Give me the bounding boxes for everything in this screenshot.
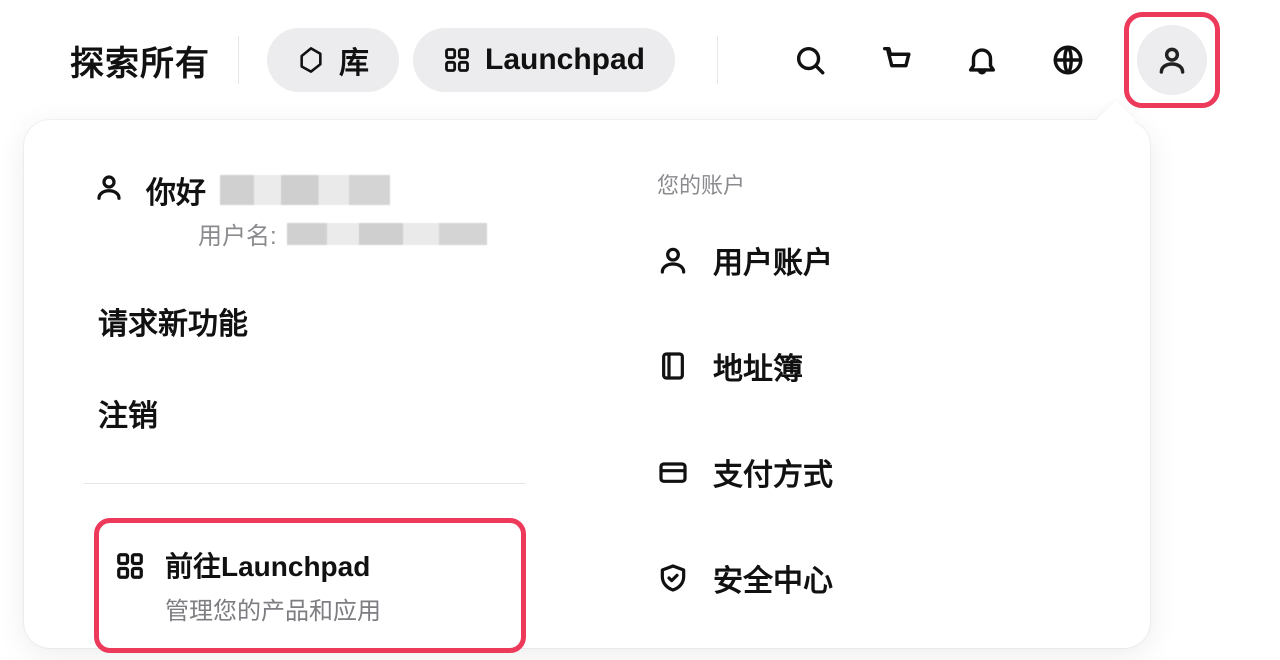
book-icon [657,350,689,382]
dropdown-right-col: 您的账户 用户账户 地址簿 支付方式 安全中心 [587,120,1150,648]
globe-icon [1051,43,1085,77]
account-item-user[interactable]: 用户账户 [657,238,1090,282]
search-button[interactable] [782,32,838,88]
cart-icon [879,43,913,77]
account-dropdown: 你好 用户名: 请求新功能 注销 前往Launchpad 管理您的产品和应用 您… [24,120,1150,648]
account-item-addressbook[interactable]: 地址簿 [657,344,1090,388]
hexagon-icon [297,46,325,74]
user-icon [657,244,689,276]
search-icon [793,43,827,77]
user-icon [1156,44,1188,76]
logout-link[interactable]: 注销 [94,391,526,435]
account-item-payment[interactable]: 支付方式 [657,450,1090,494]
account-section-label: 您的账户 [657,168,1090,200]
divider [238,36,239,84]
account-item-security[interactable]: 安全中心 [657,556,1090,600]
card-icon [657,456,689,488]
avatar-button[interactable] [1137,25,1207,95]
goto-launchpad-button[interactable]: 前往Launchpad 管理您的产品和应用 [94,518,526,653]
launchpad-pill-label: Launchpad [485,43,645,77]
account-item-label: 地址簿 [713,344,803,388]
avatar-button-highlight [1124,12,1220,108]
library-pill[interactable]: 库 [267,28,399,92]
shield-icon [657,562,689,594]
bell-icon [965,43,999,77]
dropdown-left-col: 你好 用户名: 请求新功能 注销 前往Launchpad 管理您的产品和应用 [24,120,587,648]
notifications-button[interactable] [954,32,1010,88]
request-feature-link[interactable]: 请求新功能 [94,299,526,343]
username-label: 用户名: [198,216,277,251]
library-pill-label: 库 [339,38,369,82]
greeting-name-redacted [220,175,390,205]
divider [717,36,718,84]
goto-launchpad-title: 前往Launchpad [165,545,381,585]
divider [84,483,526,484]
account-item-label: 支付方式 [713,450,833,494]
topbar: 探索所有 库 Launchpad [0,0,1280,120]
user-icon [94,172,124,202]
launchpad-pill[interactable]: Launchpad [413,28,675,92]
account-item-label: 安全中心 [713,556,833,600]
cart-button[interactable] [868,32,924,88]
language-button[interactable] [1040,32,1096,88]
grid-icon [443,46,471,74]
account-item-label: 用户账户 [713,238,833,282]
username-value-redacted [287,223,487,245]
grid-icon [115,551,145,581]
greeting-prefix: 你好 [146,168,206,212]
greeting-row: 你好 用户名: [94,168,526,251]
goto-launchpad-subtitle: 管理您的产品和应用 [165,591,381,626]
explore-all-heading: 探索所有 [70,36,210,85]
